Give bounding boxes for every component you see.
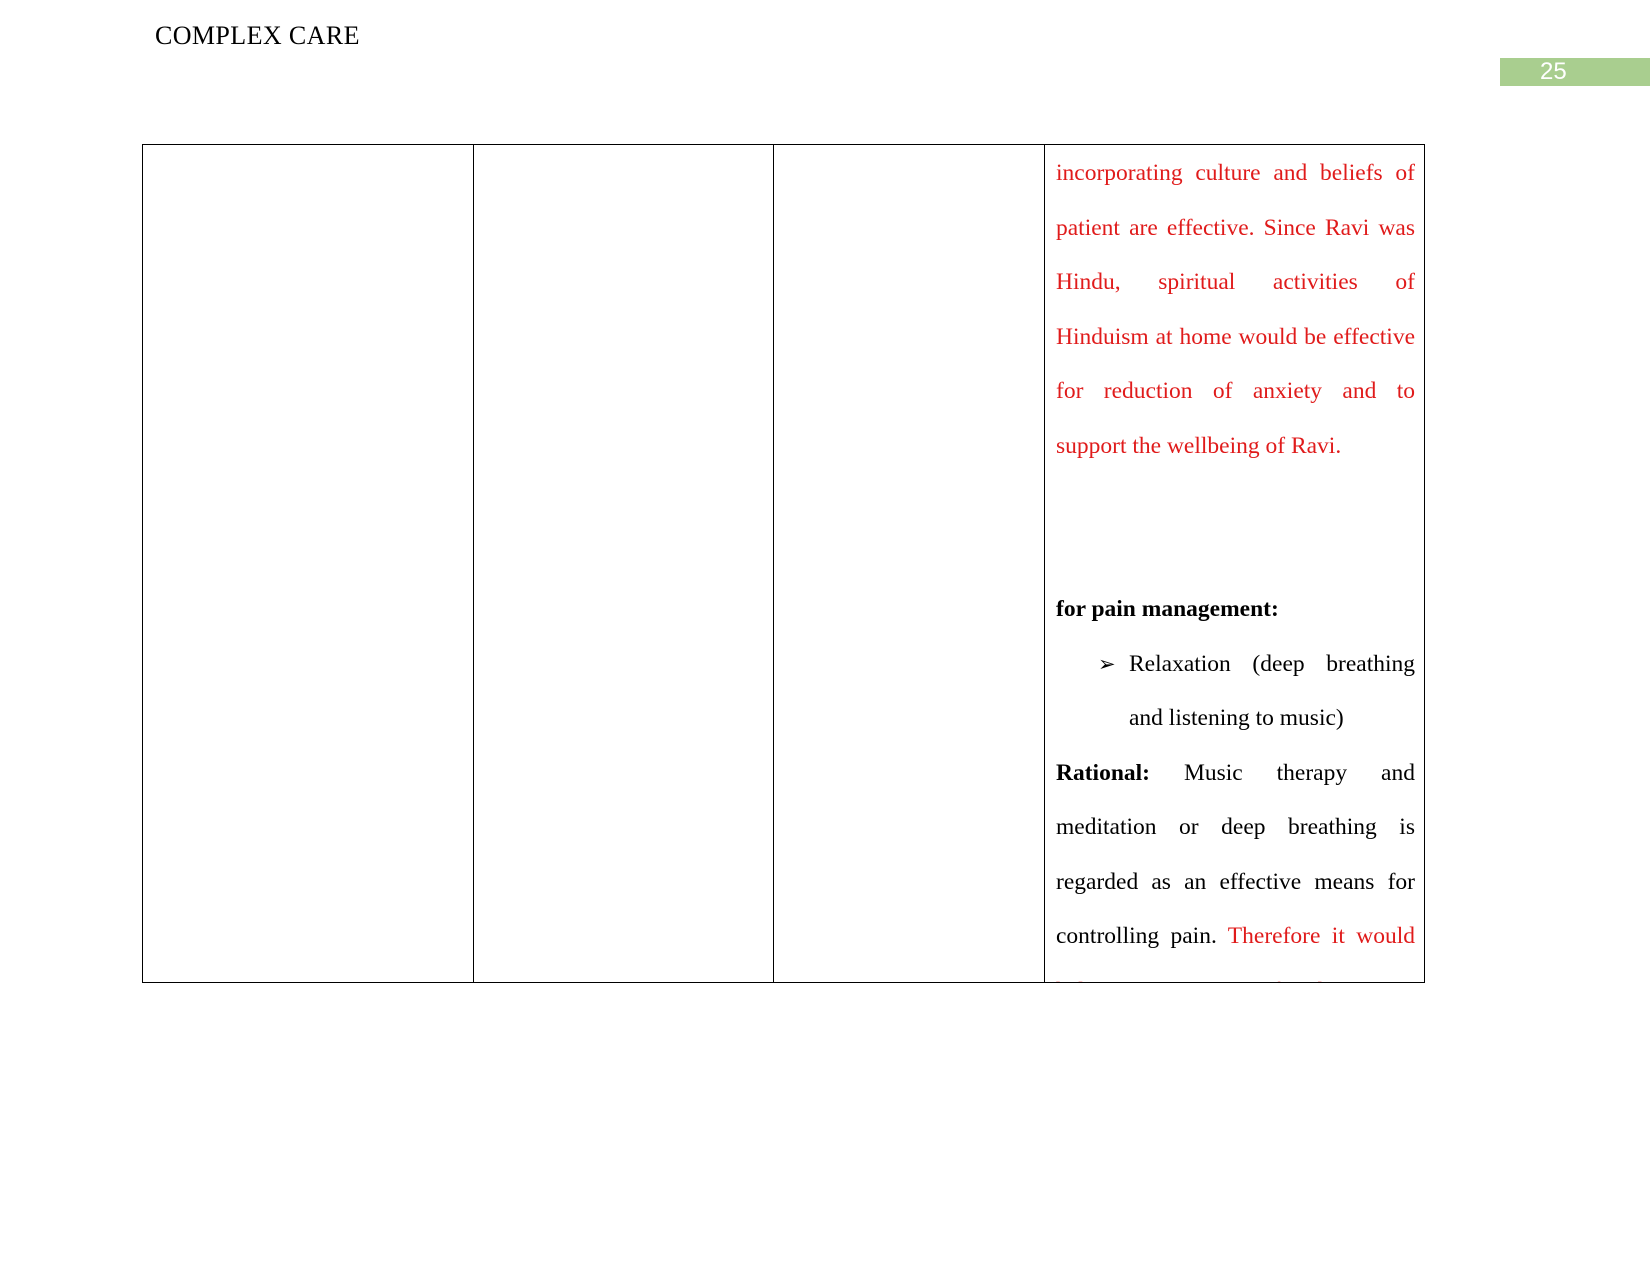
rational-line-4-red: Therefore it would <box>1227 923 1415 949</box>
red-line-6: support the wellbeing of Ravi. <box>1056 432 1342 459</box>
rational-line-5-red: help to manage pain for the patient <box>1056 964 1415 983</box>
page-number-badge <box>1500 58 1650 86</box>
rational-line-1-text: Music therapy and <box>1150 759 1415 786</box>
bullet-line-1: Relaxation (deep breathing <box>1129 650 1415 677</box>
red-line-2: patient are effective. Since Ravi was <box>1056 214 1415 241</box>
arrowhead-bullet-icon: ➢ <box>1098 651 1116 676</box>
rational-line-3: regarded as an effective means for <box>1056 868 1415 895</box>
red-line-4: Hinduism at home would be effective <box>1056 323 1415 350</box>
table-cell-column-1 <box>143 145 473 982</box>
red-line-1: incorporating culture and beliefs of <box>1056 160 1415 186</box>
red-culture-paragraph: incorporating culture and beliefs of pat… <box>1056 146 1415 473</box>
rational-line-2: meditation or deep breathing is <box>1056 814 1415 840</box>
rational-label: Rational: <box>1056 759 1150 786</box>
pain-management-heading: for pain management: <box>1056 596 1279 622</box>
table-cell-column-4: incorporating culture and beliefs of pat… <box>1045 145 1424 982</box>
paragraph-spacer-2 <box>1056 528 1415 583</box>
care-plan-table: incorporating culture and beliefs of pat… <box>142 144 1425 983</box>
table-cell-column-4-content: incorporating culture and beliefs of pat… <box>1045 145 1424 982</box>
table-cell-column-2 <box>474 145 773 982</box>
document-header-title: COMPLEX CARE <box>155 21 360 50</box>
bullet-line-2: and listening to music) <box>1129 705 1344 731</box>
red-line-5: for reduction of anxiety and to <box>1056 378 1415 404</box>
rational-paragraph: Rational: Music therapy and meditation o… <box>1056 746 1415 983</box>
paragraph-spacer-1 <box>1056 473 1415 528</box>
table-inner: incorporating culture and beliefs of pat… <box>143 145 1424 982</box>
bullet-list-item-relaxation: ➢ Relaxation (deep breathing and listeni… <box>1056 637 1415 746</box>
table-cell-column-3 <box>774 145 1044 982</box>
page-number-label: 25 <box>1540 58 1567 85</box>
page-header: COMPLEX CARE 25 <box>0 0 1650 110</box>
rational-line-1: Rational: Music therapy and <box>1056 746 1415 801</box>
red-line-3: Hindu, spiritual activities of <box>1056 269 1415 295</box>
rational-line-4: controlling pain. Therefore it would <box>1056 909 1415 964</box>
rational-line-4-black: controlling pain. <box>1056 923 1228 949</box>
